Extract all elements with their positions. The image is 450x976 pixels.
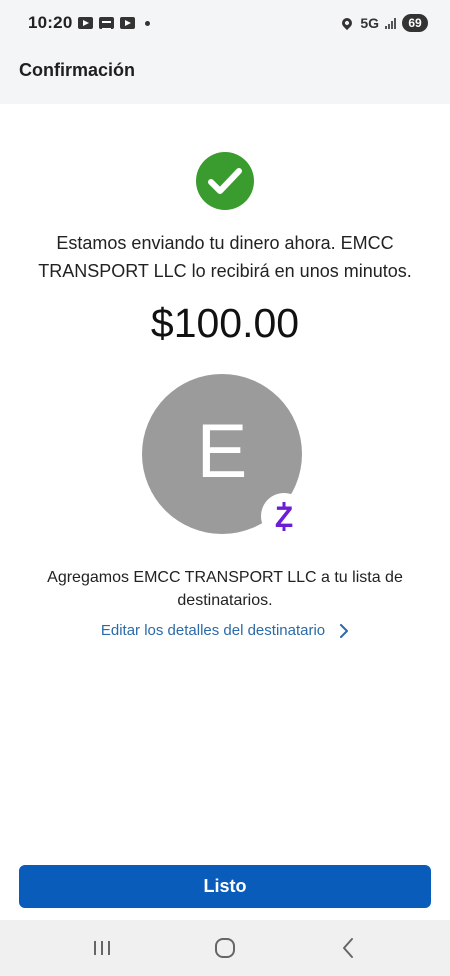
confirmation-screen: 10:20 5G 69 Confirmación Estamos enviand…: [0, 0, 450, 976]
zelle-icon: Z: [261, 493, 307, 539]
location-icon: [340, 15, 355, 31]
top-area: 10:20 5G 69 Confirmación: [0, 0, 450, 104]
status-left: 10:20: [28, 13, 151, 33]
back-icon: [343, 938, 354, 958]
page-title: Confirmación: [19, 60, 136, 80]
home-icon: [214, 938, 235, 958]
amount-sent: $100.00: [150, 300, 300, 346]
signal-icon: [385, 17, 396, 29]
home-button[interactable]: [205, 928, 245, 968]
more-notifications-dot-icon: [145, 20, 151, 26]
edit-recipient-label: Editar los detalles del destinatario: [100, 622, 326, 639]
network-type: 5G: [360, 15, 379, 31]
calendar-icon: [99, 17, 115, 29]
youtube-icon: [120, 17, 136, 29]
recents-icon: [93, 941, 110, 955]
battery-icon: 69: [402, 14, 428, 32]
done-button[interactable]: Listo: [19, 865, 431, 908]
chevron-right-icon: [340, 623, 349, 638]
confirmation-message: Estamos enviando tu dinero ahora. EMCC T…: [38, 233, 412, 281]
system-nav-bar: [0, 920, 450, 976]
recents-button[interactable]: [82, 928, 122, 968]
recipient-added-message: Agregamos EMCC TRANSPORT LLC a tu lista …: [47, 569, 403, 609]
edit-recipient-link[interactable]: Editar los detalles del destinatario: [0, 622, 450, 639]
status-bar: 10:20 5G 69: [0, 0, 450, 46]
youtube-icon: [78, 17, 94, 29]
success-check-icon: [196, 152, 254, 210]
avatar-initial: E: [196, 409, 248, 494]
back-button[interactable]: [328, 928, 368, 968]
status-right: 5G 69: [340, 14, 428, 32]
status-time: 10:20: [28, 13, 73, 32]
